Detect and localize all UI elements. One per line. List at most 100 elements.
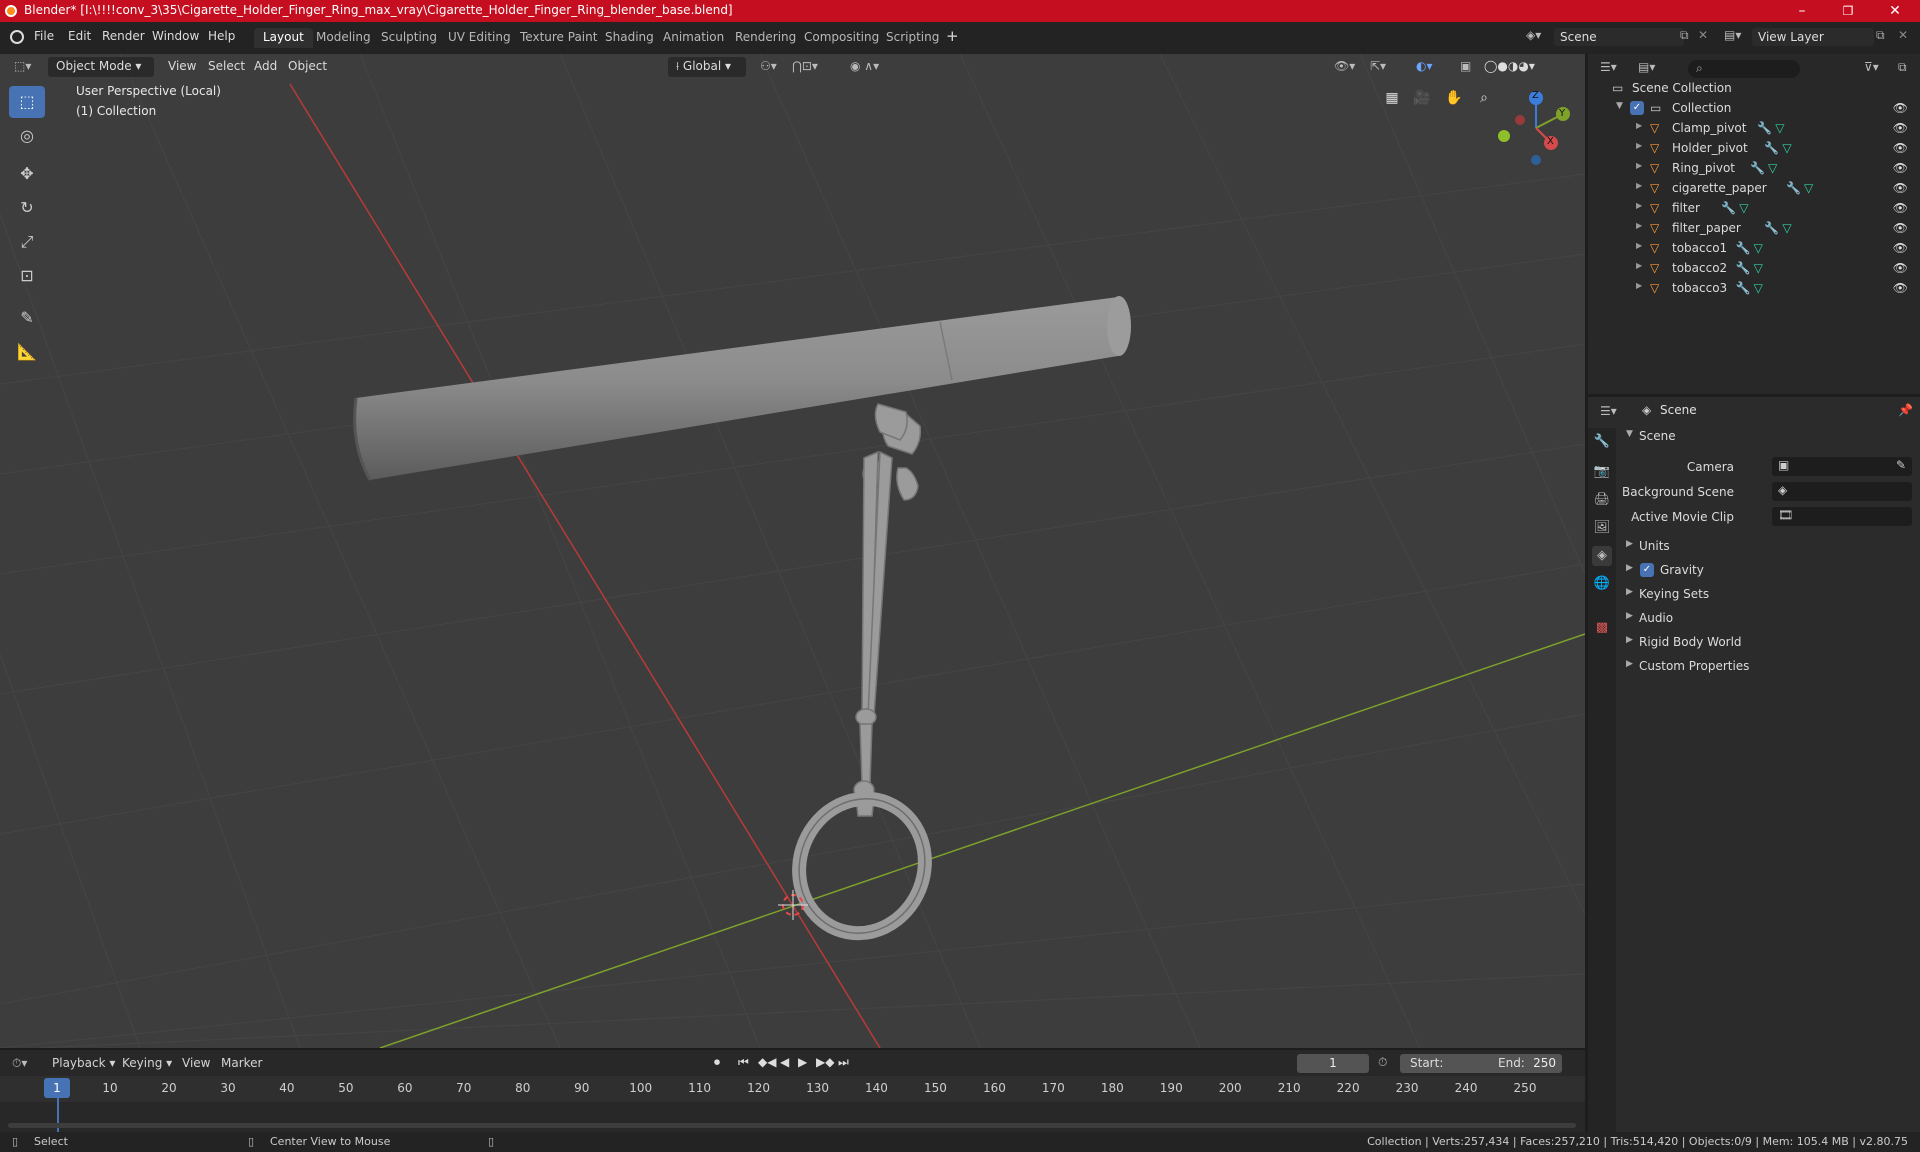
modifier-icon[interactable]: 🔧 <box>1764 141 1779 155</box>
mesh-data-icon[interactable]: ▽ <box>1768 161 1782 175</box>
outliner-item-tobacco1[interactable]: ▶ ▽ tobacco1 🔧 ▽ 👁 <box>1588 238 1920 258</box>
3d-viewport[interactable]: User Perspective (Local) (1) Collection … <box>0 54 1585 1048</box>
blender-menu-icon[interactable] <box>10 30 24 44</box>
menu-edit[interactable]: Edit <box>68 29 91 43</box>
new-collection-icon[interactable]: ⧉ <box>1898 60 1907 75</box>
end-frame-field[interactable]: End: 250 <box>1490 1054 1562 1073</box>
camera-field[interactable]: ▣ ✎ <box>1772 457 1912 476</box>
mesh-data-icon[interactable]: ▽ <box>1782 221 1796 235</box>
expand-arrow-icon[interactable]: ▶ <box>1636 121 1650 135</box>
section-rigid-body-world[interactable]: ▶ Rigid Body World <box>1620 631 1920 655</box>
tab-sculpting[interactable]: Sculpting <box>372 28 446 48</box>
eye-icon[interactable]: 👁 <box>1893 141 1908 155</box>
camera-view-icon[interactable]: 🎥 <box>1410 86 1434 110</box>
modifier-icon[interactable]: 🔧 <box>1757 121 1772 135</box>
tool-transform-icon[interactable]: ⊡ <box>9 260 45 292</box>
tab-output-icon[interactable]: 🖨 <box>1592 490 1612 510</box>
clock-icon[interactable]: ⏱ <box>1378 1055 1387 1070</box>
tab-render-icon[interactable]: 📷 <box>1592 462 1612 482</box>
eye-icon[interactable]: 👁 <box>1893 181 1908 195</box>
record-icon[interactable]: ⏺ <box>714 1055 720 1070</box>
new-scene-icon[interactable]: ⧉ <box>1680 28 1689 43</box>
mode-dropdown[interactable]: Object Mode ▾ <box>48 57 154 77</box>
pin-icon[interactable]: 📌 <box>1898 403 1913 417</box>
modifier-icon[interactable]: 🔧 <box>1736 261 1751 275</box>
tab-animation[interactable]: Animation <box>654 28 733 48</box>
menu-marker[interactable]: Marker <box>221 1056 262 1070</box>
modifier-icon[interactable]: 🔧 <box>1764 221 1779 235</box>
xray-icon[interactable]: ▣ <box>1456 57 1475 77</box>
editor-type-icon[interactable]: ⬚▾ <box>10 57 35 77</box>
menu-window[interactable]: Window <box>152 29 199 43</box>
scene-selector-icon[interactable]: ◈▾ <box>1526 28 1541 42</box>
orientation-dropdown[interactable]: ⟊ Global ▾ <box>668 57 746 77</box>
section-audio[interactable]: ▶ Audio <box>1620 607 1920 631</box>
timeline-scrollbar[interactable] <box>8 1123 1576 1128</box>
add-workspace-button[interactable]: + <box>946 27 959 45</box>
expand-arrow-icon[interactable]: ▶ <box>1636 281 1650 295</box>
tab-rendering[interactable]: Rendering <box>726 28 805 48</box>
mesh-data-icon[interactable]: ▽ <box>1754 281 1768 295</box>
eye-icon[interactable]: 👁 <box>1893 201 1908 215</box>
snap-icon[interactable]: ⋂⊡▾ <box>788 57 822 77</box>
mesh-data-icon[interactable]: ▽ <box>1754 241 1768 255</box>
tool-scale-icon[interactable]: ⤢ <box>9 226 45 258</box>
overlays-icon[interactable]: ◐▾ <box>1412 57 1437 77</box>
gizmo-toggle-icon[interactable]: ⇱▾ <box>1366 57 1390 77</box>
new-view-layer-icon[interactable]: ⧉ <box>1876 28 1885 43</box>
timeline-editor-icon[interactable]: ⏱▾ <box>12 1056 27 1071</box>
modifier-icon[interactable]: 🔧 <box>1721 201 1736 215</box>
outliner-item-clamp-pivot[interactable]: ▶ ▽ Clamp_pivot 🔧 ▽ 👁 <box>1588 118 1920 138</box>
eye-icon[interactable]: 👁 <box>1893 261 1908 275</box>
tab-modeling[interactable]: Modeling <box>307 28 380 48</box>
expand-arrow-icon[interactable]: ▶ <box>1636 181 1650 195</box>
outliner-item-tobacco2[interactable]: ▶ ▽ tobacco2 🔧 ▽ 👁 <box>1588 258 1920 278</box>
remove-view-layer-icon[interactable]: ✕ <box>1898 28 1908 42</box>
proportional-edit-icon[interactable]: ◉ ∧▾ <box>846 57 883 77</box>
tab-texture-paint[interactable]: Texture Paint <box>511 28 606 48</box>
next-keyframe-icon[interactable]: ▶◆ <box>816 1055 834 1069</box>
eye-icon[interactable]: 👁 <box>1893 221 1908 235</box>
collection-checkbox[interactable]: ✓ <box>1630 101 1644 115</box>
outliner-item-holder-pivot[interactable]: ▶ ▽ Holder_pivot 🔧 ▽ 👁 <box>1588 138 1920 158</box>
modifier-icon[interactable]: 🔧 <box>1750 161 1765 175</box>
close-button[interactable]: ✕ <box>1872 0 1918 22</box>
menu-add[interactable]: Add <box>250 57 281 77</box>
tool-measure-icon[interactable]: 📐 <box>9 336 45 368</box>
menu-help[interactable]: Help <box>208 29 235 43</box>
menu-keying[interactable]: Keying ▾ <box>122 1056 172 1070</box>
tool-cursor-icon[interactable]: ◎ <box>9 120 45 152</box>
play-reverse-icon[interactable]: ◀ <box>780 1055 789 1069</box>
outliner-item-cigarette-paper[interactable]: ▶ ▽ cigarette_paper 🔧 ▽ 👁 <box>1588 178 1920 198</box>
expand-arrow-icon[interactable]: ▶ <box>1636 141 1650 155</box>
outliner-item-tobacco3[interactable]: ▶ ▽ tobacco3 🔧 ▽ 👁 <box>1588 278 1920 298</box>
expand-arrow-icon[interactable]: ▶ <box>1636 161 1650 175</box>
gravity-checkbox[interactable]: ✓ <box>1640 563 1654 577</box>
tool-rotate-icon[interactable]: ↻ <box>9 192 45 224</box>
outliner-collection[interactable]: ▼ ✓ ▭ Collection 👁 <box>1588 98 1920 118</box>
menu-view[interactable]: View <box>164 57 200 77</box>
eye-icon[interactable]: 👁 <box>1893 161 1908 175</box>
tool-move-icon[interactable]: ✥ <box>9 158 45 190</box>
current-frame-field[interactable]: 1 <box>1297 1054 1369 1073</box>
background-scene-field[interactable]: ◈ <box>1772 482 1912 501</box>
tab-uv-editing[interactable]: UV Editing <box>439 28 520 48</box>
maximize-button[interactable]: ❐ <box>1825 0 1871 22</box>
modifier-icon[interactable]: 🔧 <box>1736 241 1751 255</box>
modifier-icon[interactable]: 🔧 <box>1786 181 1801 195</box>
mesh-data-icon[interactable]: ▽ <box>1782 141 1796 155</box>
modifier-icon[interactable]: 🔧 <box>1736 281 1751 295</box>
menu-object[interactable]: Object <box>284 57 331 77</box>
outliner-item-filter[interactable]: ▶ ▽ filter 🔧 ▽ 👁 <box>1588 198 1920 218</box>
outliner-item-ring-pivot[interactable]: ▶ ▽ Ring_pivot 🔧 ▽ 👁 <box>1588 158 1920 178</box>
menu-file[interactable]: File <box>34 29 54 43</box>
menu-timeline-view[interactable]: View <box>182 1056 210 1070</box>
remove-scene-icon[interactable]: ✕ <box>1698 28 1708 42</box>
shading-modes-icon[interactable]: ◯●◑◕▾ <box>1480 57 1539 77</box>
eye-icon[interactable]: 👁 <box>1893 121 1908 135</box>
tab-world-icon[interactable]: 🌐 <box>1592 574 1612 594</box>
menu-select[interactable]: Select <box>204 57 249 77</box>
display-mode-icon[interactable]: ▤▾ <box>1638 60 1655 74</box>
eyedropper-icon[interactable]: ✎ <box>1896 458 1906 472</box>
tab-scene-icon[interactable]: ◈ <box>1592 546 1612 566</box>
